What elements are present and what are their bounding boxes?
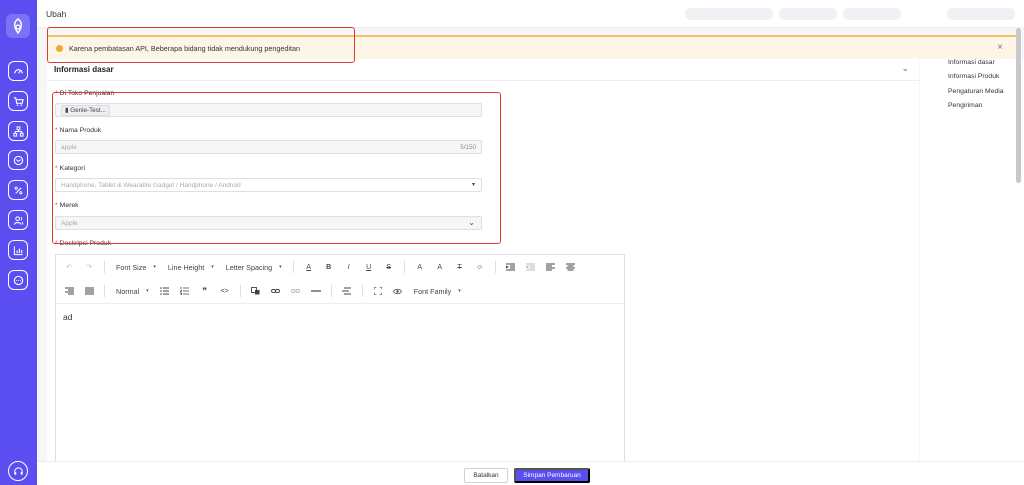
font-color-icon[interactable]: A	[302, 260, 316, 274]
font-family-dropdown[interactable]: Font Family ▾	[414, 287, 461, 296]
redo-icon[interactable]: ↷	[82, 260, 96, 274]
preview-eye-icon[interactable]	[391, 284, 405, 298]
align-center-icon[interactable]	[564, 260, 578, 274]
right-nav-item-product-info[interactable]: Informasi Produk	[948, 73, 999, 80]
toolbar-divider	[104, 261, 105, 273]
unlink-icon[interactable]	[289, 284, 303, 298]
users-icon[interactable]	[8, 210, 28, 230]
undo-icon[interactable]: ↶	[62, 260, 76, 274]
numbered-list-icon[interactable]	[178, 284, 192, 298]
editor-toolbar-row-2: Normal ▾ ❞ <> Font Family ▾	[56, 279, 624, 303]
right-nav-item-basic-info[interactable]: Informasi dasar	[948, 59, 995, 66]
indent-icon[interactable]	[504, 260, 518, 274]
emoji-icon[interactable]: ☺	[473, 260, 487, 274]
letter-spacing-dropdown[interactable]: Letter Spacing ▾	[226, 263, 282, 272]
headset-icon[interactable]	[8, 461, 28, 481]
section-title: Informasi dasar	[54, 65, 114, 74]
hierarchy-icon[interactable]	[8, 121, 28, 141]
subscript-icon[interactable]: A	[433, 260, 447, 274]
italic-icon[interactable]: I	[342, 260, 356, 274]
bold-icon[interactable]: B	[322, 260, 336, 274]
rich-text-editor: ↶ ↷ Font Size ▾ Line Height ▾ Letter Spaci…	[55, 254, 625, 461]
box-icon[interactable]	[8, 150, 28, 170]
underline-icon[interactable]: U	[362, 260, 376, 274]
save-update-button[interactable]: Simpan Pembaruan	[514, 468, 590, 483]
header-placeholder	[843, 8, 901, 20]
top-header: Ubah	[37, 0, 1024, 28]
right-nav-panel: Informasi dasar Informasi Produk Pengatu…	[920, 59, 1024, 461]
header-placeholder	[779, 8, 837, 20]
fullscreen-icon[interactable]	[371, 284, 385, 298]
toolbar-divider	[330, 285, 332, 297]
chart-icon[interactable]	[8, 240, 28, 260]
editor-content-area[interactable]: ad	[56, 303, 624, 462]
editor-text: ad	[63, 312, 73, 322]
highlight-box-fields	[52, 92, 501, 244]
toolbar-divider	[239, 285, 241, 297]
toolbar-divider	[361, 285, 363, 297]
close-icon[interactable]: ×	[997, 42, 1003, 53]
strikethrough-icon[interactable]: S	[382, 260, 396, 274]
dashboard-icon[interactable]	[8, 61, 28, 81]
editor-toolbar-row-1: ↶ ↷ Font Size ▾ Line Height ▾ Letter Spaci…	[56, 255, 624, 279]
header-placeholder	[947, 8, 1015, 20]
app-logo-icon[interactable]	[6, 14, 30, 38]
image-icon[interactable]	[249, 284, 263, 298]
vertical-scrollbar[interactable]	[1016, 28, 1021, 183]
justify-icon[interactable]	[82, 284, 96, 298]
cart-icon[interactable]	[8, 91, 28, 111]
footer-bar: Batalkan Simpan Pembaruan	[37, 461, 1024, 485]
code-icon[interactable]: <>	[218, 284, 232, 298]
toolbar-divider	[494, 261, 496, 273]
text-direction-icon[interactable]	[340, 284, 354, 298]
chat-icon[interactable]	[8, 270, 28, 290]
header-placeholder	[685, 8, 773, 20]
toolbar-divider	[292, 261, 294, 273]
discount-icon[interactable]	[8, 180, 28, 200]
align-right-icon[interactable]	[62, 284, 76, 298]
right-nav-item-shipping[interactable]: Pengiriman	[948, 102, 982, 109]
line-height-dropdown[interactable]: Line Height ▾	[168, 263, 214, 272]
horizontal-rule-icon[interactable]	[309, 284, 323, 298]
page-title: Ubah	[46, 9, 67, 19]
right-nav-item-media[interactable]: Pengaturan Media	[948, 88, 1004, 95]
cancel-button[interactable]: Batalkan	[464, 468, 508, 483]
clear-format-icon[interactable]: T	[453, 260, 467, 274]
sidebar	[0, 0, 37, 485]
quote-icon[interactable]: ❞	[198, 284, 212, 298]
highlight-box-alert	[47, 27, 355, 63]
superscript-icon[interactable]: A	[413, 260, 427, 274]
font-size-dropdown[interactable]: Font Size ▾	[116, 263, 156, 272]
block-format-dropdown[interactable]: Normal ▾	[116, 287, 149, 296]
toolbar-divider	[104, 285, 105, 297]
link-icon[interactable]	[269, 284, 283, 298]
chevron-down-icon[interactable]: ⌄	[901, 63, 909, 74]
outdent-icon[interactable]	[524, 260, 538, 274]
bullet-list-icon[interactable]	[158, 284, 172, 298]
toolbar-divider	[403, 261, 405, 273]
align-left-icon[interactable]	[544, 260, 558, 274]
